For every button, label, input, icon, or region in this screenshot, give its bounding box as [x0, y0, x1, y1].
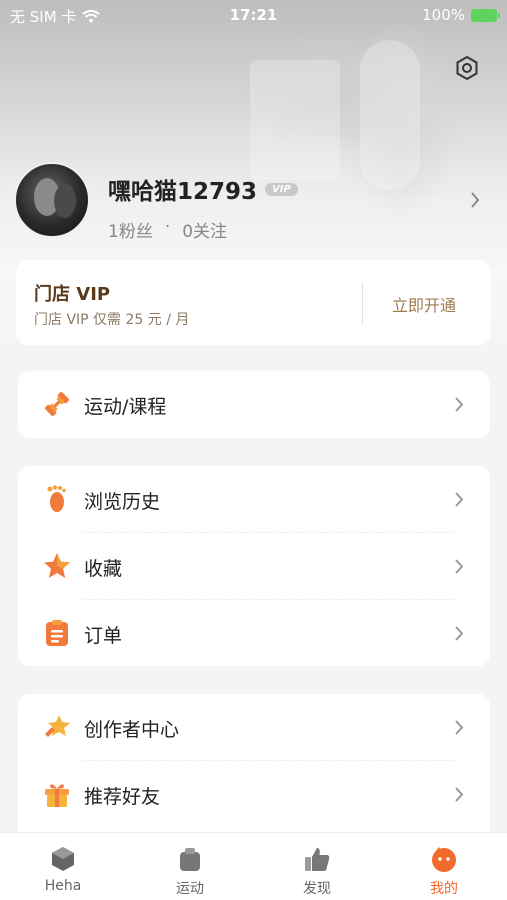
menu-item-creator[interactable]: 创作者中心: [18, 694, 490, 761]
menu-item-label: 浏览历史: [84, 491, 161, 513]
tab-sports[interactable]: 运动: [127, 833, 253, 900]
fans-count[interactable]: 1粉丝: [108, 217, 153, 242]
following-count[interactable]: 0关注: [182, 217, 227, 242]
chevron-right-icon: [455, 787, 464, 802]
chevron-right-icon: [455, 397, 464, 412]
tab-me[interactable]: 我的: [381, 833, 507, 900]
footprint-icon: [47, 485, 66, 512]
battery-icon: [471, 8, 500, 22]
chevron-right-icon: [455, 559, 464, 574]
bottom-tab-bar: Heha 运动 发现 我的: [0, 832, 507, 900]
menu-item-favorites[interactable]: 收藏: [18, 533, 490, 600]
gift-icon: [45, 784, 69, 807]
profile-chevron-right-icon[interactable]: [469, 190, 481, 210]
dumbbell-icon: [45, 392, 69, 416]
menu-item-sports[interactable]: 运动/课程: [18, 371, 490, 438]
status-bar: 无 SIM 卡 17:21 100%: [0, 0, 507, 32]
tab-label: Heha: [44, 878, 82, 894]
vip-divider: [362, 282, 363, 324]
menu-item-label: 推荐好友: [84, 786, 161, 808]
clipboard-icon: [46, 620, 68, 646]
chevron-right-icon: [455, 720, 464, 735]
separator-dot: ·: [164, 217, 171, 237]
vip-title: 门店 VIP: [34, 284, 111, 305]
vip-badge: VIP: [265, 182, 298, 196]
menu-item-orders[interactable]: 订单: [18, 600, 490, 667]
tab-heha[interactable]: Heha: [0, 833, 126, 900]
tab-discover[interactable]: 发现: [254, 833, 380, 900]
tab-label: 发现: [303, 881, 331, 897]
settings-hexagon-icon[interactable]: [453, 54, 481, 82]
chevron-right-icon: [455, 492, 464, 507]
menu-item-label: 创作者中心: [84, 719, 180, 741]
me-face-icon: [432, 847, 456, 872]
tab-label: 我的: [430, 881, 458, 897]
creator-card: 创作者中心 推荐好友: [18, 694, 490, 844]
heha-cube-icon: [52, 847, 74, 871]
menu-item-label: 运动/课程: [84, 396, 167, 418]
username: 嘿哈猫12793: [108, 179, 258, 205]
sports-card: 运动/课程: [18, 371, 490, 438]
tab-label: 运动: [176, 881, 204, 897]
battery-percent: 100%: [422, 6, 465, 24]
vip-activate-button[interactable]: 立即开通: [392, 292, 456, 316]
store-vip-card[interactable]: 门店 VIP 门店 VIP 仅需 25 元 / 月 立即开通: [16, 260, 491, 345]
bag-icon: [180, 848, 200, 871]
follow-stats: 1粉丝 · 0关注: [108, 217, 227, 242]
creator-star-icon: [45, 715, 70, 737]
activity-card: 浏览历史 收藏 订单: [18, 466, 490, 666]
chevron-right-icon: [455, 626, 464, 641]
menu-item-label: 收藏: [84, 558, 123, 580]
username-row[interactable]: 嘿哈猫12793 VIP: [108, 172, 298, 206]
vip-subtitle: 门店 VIP 仅需 25 元 / 月: [34, 312, 190, 328]
star-icon: [44, 553, 70, 578]
avatar[interactable]: [14, 162, 90, 238]
thumbs-up-icon: [305, 848, 330, 871]
menu-item-history[interactable]: 浏览历史: [18, 466, 490, 533]
menu-item-label: 订单: [84, 625, 123, 647]
menu-item-invite[interactable]: 推荐好友: [18, 761, 490, 828]
